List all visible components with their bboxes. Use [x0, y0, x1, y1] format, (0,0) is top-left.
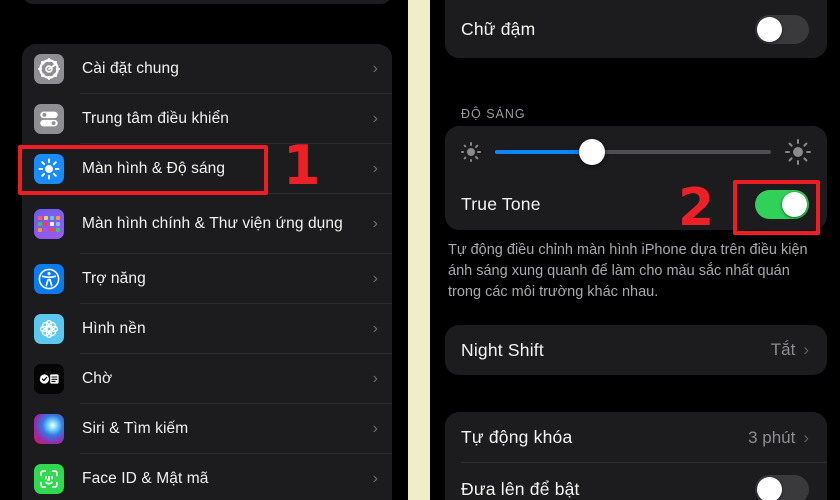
gear-icon — [34, 54, 64, 84]
toggle-knob — [757, 16, 782, 42]
row-night-shift[interactable]: Night Shift Tắt › — [445, 325, 827, 375]
night-shift-card: Night Shift Tắt › — [445, 325, 827, 375]
row-label: Chữ đậm — [461, 18, 536, 39]
toggle-raise-to-wake[interactable] — [755, 474, 809, 500]
sidebar-item-control-center[interactable]: Trung tâm điều khiển › — [22, 94, 392, 144]
chevron-right-icon: › — [372, 110, 378, 127]
sidebar-item-display-brightness[interactable]: Màn hình & Độ sáng › — [22, 144, 392, 194]
wallpaper-icon — [34, 314, 64, 344]
chevron-right-icon: › — [803, 340, 809, 359]
row-bold-text[interactable]: Chữ đậm — [445, 0, 827, 58]
home-screen-icon — [34, 209, 64, 239]
toggle-bold-text[interactable] — [755, 14, 809, 44]
panel-divider — [408, 0, 430, 500]
settings-card-partial-top — [22, 0, 392, 4]
chevron-right-icon: › — [372, 420, 378, 437]
sidebar-item-label: Màn hình & Độ sáng — [82, 160, 226, 178]
chevron-right-icon: › — [372, 215, 378, 232]
sidebar-item-home-screen[interactable]: Màn hình chính & Thư viện ứng dụng › — [22, 194, 392, 254]
brightness-card: True Tone — [445, 126, 827, 230]
row-label: Tự động khóa — [461, 427, 573, 447]
sidebar-item-label: Siri & Tìm kiếm — [82, 420, 189, 438]
chevron-right-icon: › — [372, 160, 378, 177]
row-label: Night Shift — [461, 339, 544, 360]
brightness-slider-thumb[interactable] — [578, 139, 605, 165]
accessibility-icon — [34, 264, 64, 294]
control-center-icon — [34, 104, 64, 134]
sidebar-item-general[interactable]: Cài đặt chung › — [22, 44, 392, 94]
chevron-right-icon: › — [372, 60, 378, 77]
row-auto-lock[interactable]: Tự động khóa 3 phút › — [445, 412, 827, 463]
brightness-high-icon — [785, 139, 811, 165]
sidebar-item-face-id[interactable]: Face ID & Mật mã › — [22, 454, 392, 500]
sidebar-item-label: Cài đặt chung — [82, 60, 179, 78]
chevron-right-icon: › — [803, 427, 809, 447]
row-label: Đưa lên để bật — [461, 478, 580, 499]
step-number-1: 1 — [283, 134, 321, 197]
true-tone-description: Tự động điều chỉnh màn hình iPhone dựa t… — [448, 242, 808, 301]
toggle-knob — [782, 191, 807, 217]
sidebar-item-standby[interactable]: Chờ › — [22, 354, 392, 404]
chevron-right-icon: › — [372, 470, 378, 487]
brightness-slider-track[interactable] — [495, 139, 771, 165]
sidebar-item-label: Hình nền — [82, 320, 146, 338]
face-id-icon — [34, 464, 64, 494]
standby-icon — [34, 364, 64, 394]
row-value: Tắt — [770, 340, 796, 359]
brightness-icon — [34, 154, 64, 184]
step-number-2: 2 — [678, 178, 715, 238]
row-brightness-slider[interactable] — [445, 126, 827, 178]
brightness-low-icon — [461, 142, 481, 162]
chevron-right-icon: › — [372, 370, 378, 387]
screenshot-root: Cài đặt chung › Trung tâm điều khiển › M… — [0, 0, 840, 500]
sidebar-item-label: Màn hình chính & Thư viện ứng dụng — [82, 215, 343, 233]
row-raise-to-wake[interactable]: Đưa lên để bật — [445, 463, 827, 500]
sidebar-item-wallpaper[interactable]: Hình nền › — [22, 304, 392, 354]
brightness-slider-fill — [495, 150, 592, 154]
row-label: True Tone — [461, 193, 541, 214]
siri-icon — [34, 414, 64, 444]
section-header-brightness: ĐỘ SÁNG — [461, 107, 526, 121]
sidebar-item-accessibility[interactable]: Trợ năng › — [22, 254, 392, 304]
text-settings-card: Chữ đậm — [445, 0, 827, 58]
row-true-tone[interactable]: True Tone — [445, 178, 827, 230]
settings-card-main: Cài đặt chung › Trung tâm điều khiển › M… — [22, 44, 392, 500]
toggle-true-tone[interactable] — [755, 189, 809, 219]
sidebar-item-siri-search[interactable]: Siri & Tìm kiếm › — [22, 404, 392, 454]
sidebar-item-label: Trung tâm điều khiển — [82, 110, 230, 128]
settings-list-panel: Cài đặt chung › Trung tâm điều khiển › M… — [0, 0, 405, 500]
display-brightness-panel: Chữ đậm ĐỘ SÁNG True Tone Tự động điều c… — [430, 0, 840, 500]
chevron-right-icon: › — [372, 320, 378, 337]
row-value: 3 phút — [748, 427, 796, 447]
chevron-right-icon: › — [372, 270, 378, 287]
sidebar-item-label: Trợ năng — [82, 270, 146, 288]
app-dots — [38, 216, 60, 232]
toggle-knob — [757, 476, 782, 500]
lock-settings-card: Tự động khóa 3 phút › Đưa lên để bật — [445, 412, 827, 500]
sidebar-item-label: Chờ — [82, 370, 113, 388]
sidebar-item-label: Face ID & Mật mã — [82, 470, 209, 488]
